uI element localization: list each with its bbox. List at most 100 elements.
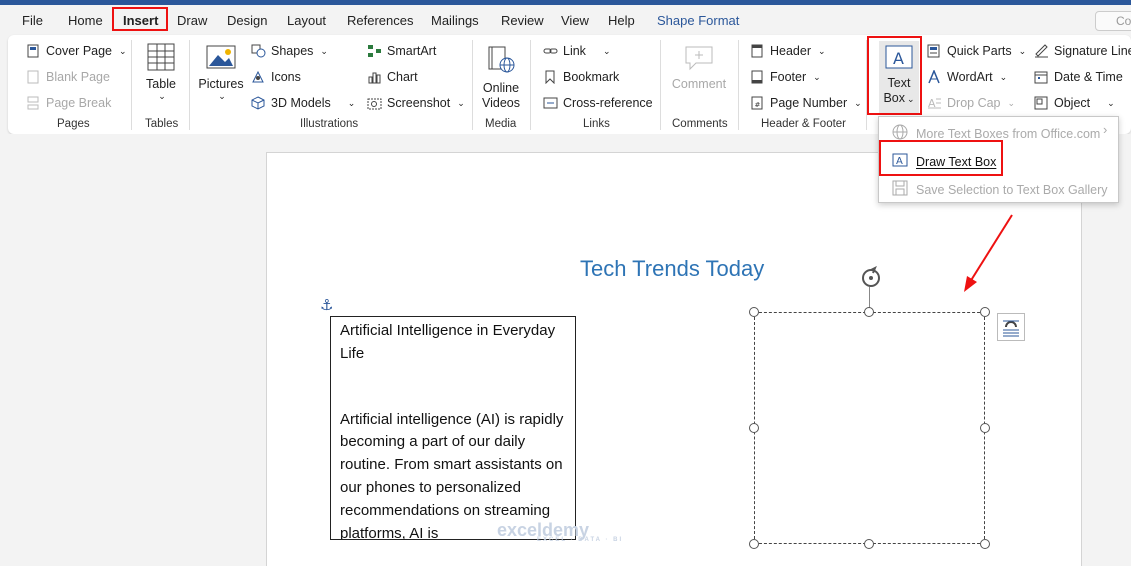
icons-button[interactable]: Icons [251, 70, 301, 84]
group-divider [660, 40, 661, 130]
header-icon [750, 44, 765, 58]
smartart-label: SmartArt [387, 44, 437, 58]
resize-handle-top-left[interactable] [749, 307, 759, 317]
header-label: Header [770, 44, 811, 58]
save-selection-item[interactable]: Save Selection to Text Box Gallery [892, 180, 1108, 199]
cube-icon [251, 96, 266, 110]
chevron-down-icon: ⌄ [347, 97, 356, 108]
header-button[interactable]: Header ⌄ [750, 44, 826, 58]
cross-reference-button[interactable]: Cross-reference [543, 96, 653, 110]
cover-page-label: Cover Page [46, 44, 113, 58]
smartart-button[interactable]: SmartArt [367, 44, 436, 58]
tab-file[interactable]: File [22, 13, 43, 28]
text-box-spacer [340, 366, 566, 409]
date-time-button[interactable]: Date & Time [1034, 70, 1123, 84]
wordart-button[interactable]: WordArt ⌄ [927, 69, 1007, 84]
online-videos-label-2: Videos [482, 96, 520, 110]
resize-handle-left[interactable] [749, 423, 759, 433]
media-group-label: Media [485, 118, 517, 130]
watermark-tagline: EXCEL · DATA · BI [537, 537, 624, 543]
page-number-button[interactable]: # Page Number ⌄ [750, 96, 862, 110]
text-box-left[interactable]: Artificial Intelligence in Everyday Life… [330, 316, 576, 540]
chart-button[interactable]: Chart [367, 70, 418, 84]
tab-design[interactable]: Design [227, 13, 267, 28]
screenshot-button[interactable]: Screenshot ⌄ [367, 96, 465, 110]
resize-handle-bottom-right[interactable] [980, 539, 990, 549]
bookmark-label: Bookmark [563, 70, 620, 84]
links-group-label: Links [583, 118, 610, 130]
object-button[interactable]: Object ⌄ [1034, 96, 1115, 110]
tab-help[interactable]: Help [608, 13, 635, 28]
footer-button[interactable]: Footer ⌄ [750, 70, 821, 84]
watermark-logo: exceldemy EXCEL · DATA · BI [497, 520, 623, 543]
chart-label: Chart [387, 70, 418, 84]
shapes-button[interactable]: Shapes ⌄ [251, 44, 328, 58]
chevron-right-icon: › [1103, 122, 1108, 137]
insert-tab-highlight [112, 7, 168, 31]
svg-text:#: # [755, 101, 761, 109]
blank-page-label: Blank Page [46, 70, 110, 84]
cover-page-icon [26, 44, 41, 58]
signature-line-button[interactable]: Signature Line [1034, 44, 1131, 58]
chevron-down-icon: ⌄ [818, 45, 826, 56]
tab-review[interactable]: Review [501, 13, 544, 28]
comments-group-label: Comments [672, 118, 728, 130]
object-icon [1034, 96, 1049, 110]
save-icon [892, 180, 908, 199]
page-break-icon [26, 96, 41, 110]
rotate-handle-icon[interactable] [859, 265, 883, 293]
chart-icon [367, 70, 382, 84]
chevron-down-icon: ⌄ [854, 97, 862, 108]
resize-handle-bottom[interactable] [864, 539, 874, 549]
group-divider [189, 40, 190, 130]
cover-page-button[interactable]: Cover Page ⌄ [26, 44, 127, 58]
pictures-label: Pictures [198, 77, 244, 91]
tab-shape-format[interactable]: Shape Format [657, 13, 739, 28]
tables-group-label: Tables [145, 118, 179, 130]
annotation-arrow-icon [964, 214, 1013, 292]
3d-models-button[interactable]: 3D Models ⌄ [251, 96, 355, 110]
draw-text-box-highlight [879, 140, 1003, 176]
save-selection-label: Save Selection to Text Box Gallery [916, 182, 1108, 197]
online-videos-button[interactable]: Online Videos [480, 45, 522, 111]
text-box-heading: Artificial Intelligence in Everyday Life [340, 322, 556, 362]
quick-parts-button[interactable]: Quick Parts ⌄ [927, 44, 1026, 58]
drop-cap-button[interactable]: A Drop Cap ⌄ [927, 96, 1015, 110]
calendar-icon [1034, 70, 1049, 84]
comments-button[interactable]: Co [1095, 11, 1131, 31]
new-text-box-frame[interactable] [754, 312, 985, 544]
table-label: Table [146, 77, 176, 91]
comment-button[interactable]: Comment [668, 45, 730, 91]
page-break-button[interactable]: Page Break [26, 96, 111, 110]
page-number-icon: # [750, 96, 765, 110]
tab-draw[interactable]: Draw [177, 13, 207, 28]
group-divider [472, 40, 473, 130]
tab-mailings[interactable]: Mailings [431, 13, 479, 28]
object-label: Object [1054, 96, 1091, 110]
bookmark-button[interactable]: Bookmark [543, 70, 620, 85]
footer-icon [750, 70, 765, 84]
resize-handle-bottom-left[interactable] [749, 539, 759, 549]
tab-layout[interactable]: Layout [287, 13, 326, 28]
table-button[interactable]: Table ⌄ [142, 43, 180, 102]
drop-cap-label: Drop Cap [947, 96, 1001, 110]
pictures-button[interactable]: Pictures ⌄ [198, 45, 244, 102]
link-button[interactable]: Link ⌄ [543, 44, 610, 58]
signature-line-label: Signature Line [1054, 44, 1131, 58]
quick-parts-label: Quick Parts [947, 44, 1012, 58]
blank-page-button[interactable]: Blank Page [26, 70, 110, 84]
signature-line-icon [1034, 44, 1049, 58]
resize-handle-top[interactable] [864, 307, 874, 317]
quick-parts-icon [927, 44, 942, 58]
tab-home[interactable]: Home [68, 13, 103, 28]
drop-cap-icon: A [927, 96, 942, 110]
more-text-boxes-label: More Text Boxes from Office.com [916, 126, 1101, 141]
cross-reference-icon [543, 96, 558, 110]
text-box-highlight [867, 36, 922, 115]
header-footer-group-label: Header & Footer [761, 118, 847, 130]
tab-references[interactable]: References [347, 13, 413, 28]
resize-handle-right[interactable] [980, 423, 990, 433]
layout-options-icon[interactable] [997, 313, 1025, 341]
resize-handle-top-right[interactable] [980, 307, 990, 317]
tab-view[interactable]: View [561, 13, 589, 28]
